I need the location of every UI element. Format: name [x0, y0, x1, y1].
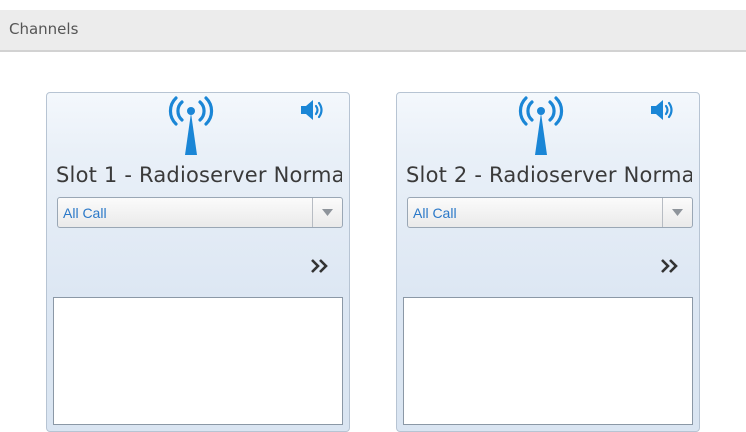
- dropdown-arrow-button[interactable]: [312, 198, 342, 227]
- talkgroup-dropdown[interactable]: All Call: [57, 197, 343, 228]
- talkgroup-selected-value: All Call: [63, 205, 107, 221]
- channels-title: Channels: [9, 20, 79, 38]
- speaker-icon[interactable]: [649, 98, 677, 122]
- speaker-icon[interactable]: [299, 98, 327, 122]
- channel-card-slot-1: Slot 1 - Radioserver Normal All Call: [46, 92, 350, 432]
- double-chevron-right-icon[interactable]: [659, 257, 681, 275]
- antenna-signal-icon: [165, 94, 217, 156]
- channel-title: Slot 2 - Radioserver Normal: [406, 163, 692, 187]
- channel-title: Slot 1 - Radioserver Normal: [56, 163, 342, 187]
- chevron-down-icon: [672, 209, 683, 216]
- double-chevron-right-icon[interactable]: [309, 257, 331, 275]
- channel-card-slot-2: Slot 2 - Radioserver Normal All Call: [396, 92, 700, 432]
- chevron-down-icon: [322, 209, 333, 216]
- channel-message-log[interactable]: [53, 297, 343, 425]
- dropdown-arrow-button[interactable]: [662, 198, 692, 227]
- talkgroup-selected-value: All Call: [413, 205, 457, 221]
- channel-message-log[interactable]: [403, 297, 693, 425]
- talkgroup-dropdown[interactable]: All Call: [407, 197, 693, 228]
- antenna-signal-icon: [515, 94, 567, 156]
- channels-header: Channels: [0, 10, 746, 52]
